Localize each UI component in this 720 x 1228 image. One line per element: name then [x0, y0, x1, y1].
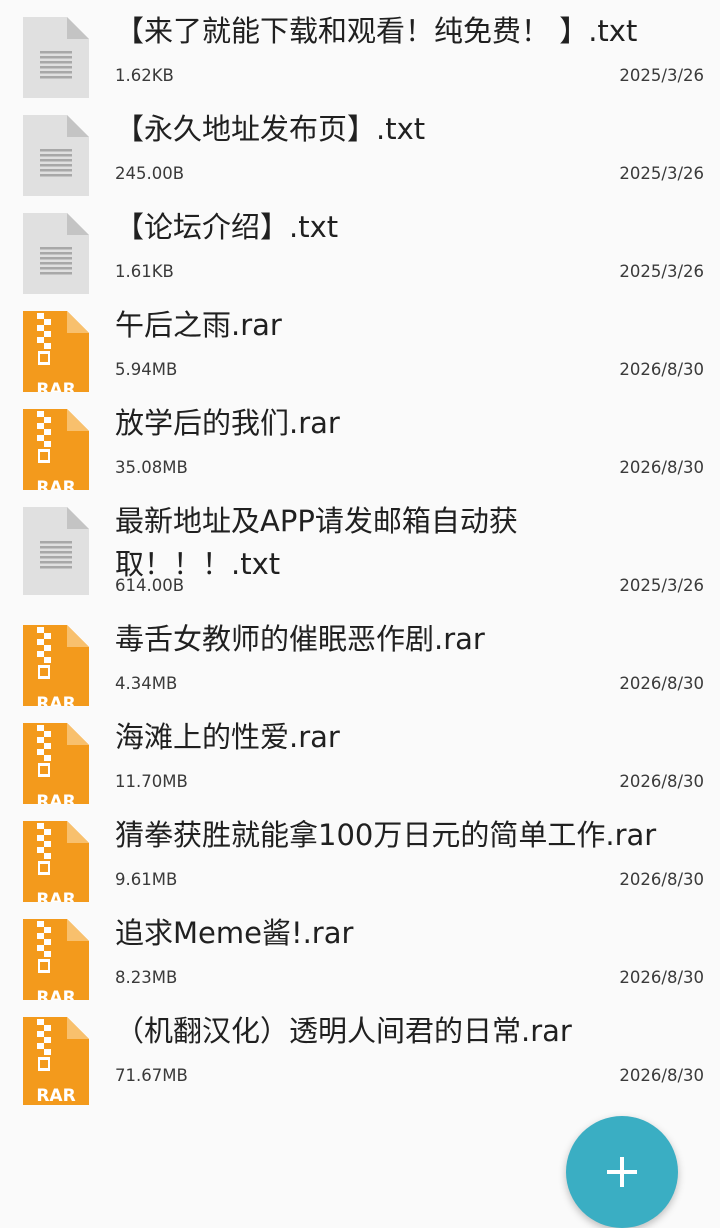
- rar-archive-icon: RAR: [23, 311, 89, 399]
- file-name: 【论坛介绍】.txt: [115, 210, 339, 244]
- file-name: 最新地址及APP请发邮箱自动获取！！！.txt: [115, 504, 518, 581]
- file-date: 2026/8/30: [619, 458, 704, 477]
- add-button[interactable]: [566, 1116, 678, 1228]
- rar-archive-icon: RAR: [23, 1017, 89, 1105]
- file-item[interactable]: RAR 放学后的我们.rar 35.08MB 2026/8/30: [0, 392, 720, 497]
- file-item[interactable]: RAR 海滩上的性爱.rar 11.70MB 2026/8/30: [0, 706, 720, 811]
- file-size: 614.00B: [115, 576, 185, 595]
- file-name: 海滩上的性爱.rar: [115, 720, 340, 754]
- file-date: 2025/3/26: [619, 164, 704, 183]
- file-size: 245.00B: [115, 164, 185, 183]
- file-item[interactable]: RAR 毒舌女教师的催眠恶作剧.rar 4.34MB 2026/8/30: [0, 608, 720, 713]
- file-size: 1.62KB: [115, 66, 174, 85]
- file-date: 2026/8/30: [619, 870, 704, 889]
- file-name: 【永久地址发布页】.txt: [115, 112, 426, 146]
- file-item[interactable]: 【永久地址发布页】.txt 245.00B 2025/3/26: [0, 98, 720, 203]
- file-size: 8.23MB: [115, 968, 178, 987]
- file-size: 35.08MB: [115, 458, 188, 477]
- file-date: 2026/8/30: [619, 674, 704, 693]
- file-date: 2026/8/30: [619, 1066, 704, 1085]
- text-file-icon: [23, 213, 89, 301]
- file-size: 4.34MB: [115, 674, 178, 693]
- file-item[interactable]: RAR 猜拳获胜就能拿100万日元的简单工作.rar 9.61MB 2026/8…: [0, 804, 720, 909]
- rar-archive-icon: RAR: [23, 409, 89, 497]
- file-date: 2026/8/30: [619, 772, 704, 791]
- rar-archive-icon: RAR: [23, 723, 89, 811]
- file-size: 5.94MB: [115, 360, 178, 379]
- file-name: 【来了就能下载和观看！纯免费！ 】.txt: [115, 14, 638, 48]
- file-item[interactable]: RAR 午后之雨.rar 5.94MB 2026/8/30: [0, 294, 720, 399]
- file-list: 【来了就能下载和观看！纯免费！ 】.txt 1.62KB 2025/3/26 【…: [0, 0, 720, 1105]
- file-item[interactable]: RAR （机翻汉化）透明人间君的日常.rar 71.67MB 2026/8/30: [0, 1000, 720, 1105]
- file-item[interactable]: 【来了就能下载和观看！纯免费！ 】.txt 1.62KB 2025/3/26: [0, 0, 720, 105]
- file-date: 2025/3/26: [619, 262, 704, 281]
- rar-archive-icon: RAR: [23, 919, 89, 1007]
- file-name: （机翻汉化）透明人间君的日常.rar: [115, 1014, 572, 1048]
- file-item[interactable]: 【论坛介绍】.txt 1.61KB 2025/3/26: [0, 196, 720, 301]
- rar-archive-icon: RAR: [23, 821, 89, 909]
- add-icon: [607, 1157, 637, 1187]
- file-item[interactable]: RAR 追求Meme酱!.rar 8.23MB 2026/8/30: [0, 902, 720, 1007]
- svg-text:RAR: RAR: [36, 1086, 75, 1105]
- file-size: 9.61MB: [115, 870, 178, 889]
- file-name: 追求Meme酱!.rar: [115, 916, 354, 950]
- file-date: 2025/3/26: [619, 66, 704, 85]
- text-file-icon: [23, 507, 89, 595]
- file-date: 2026/8/30: [619, 360, 704, 379]
- text-file-icon: [23, 115, 89, 203]
- file-name: 猜拳获胜就能拿100万日元的简单工作.rar: [115, 818, 657, 852]
- file-item[interactable]: 最新地址及APP请发邮箱自动获取！！！.txt 614.00B 2025/3/2…: [0, 490, 720, 608]
- file-name: 放学后的我们.rar: [115, 406, 340, 440]
- rar-archive-icon: RAR: [23, 625, 89, 713]
- text-file-icon: [23, 17, 89, 105]
- file-size: 11.70MB: [115, 772, 188, 791]
- file-name: 午后之雨.rar: [115, 308, 282, 342]
- file-size: 71.67MB: [115, 1066, 188, 1085]
- file-date: 2025/3/26: [619, 576, 704, 595]
- file-date: 2026/8/30: [619, 968, 704, 987]
- file-name: 毒舌女教师的催眠恶作剧.rar: [115, 622, 485, 656]
- file-size: 1.61KB: [115, 262, 174, 281]
